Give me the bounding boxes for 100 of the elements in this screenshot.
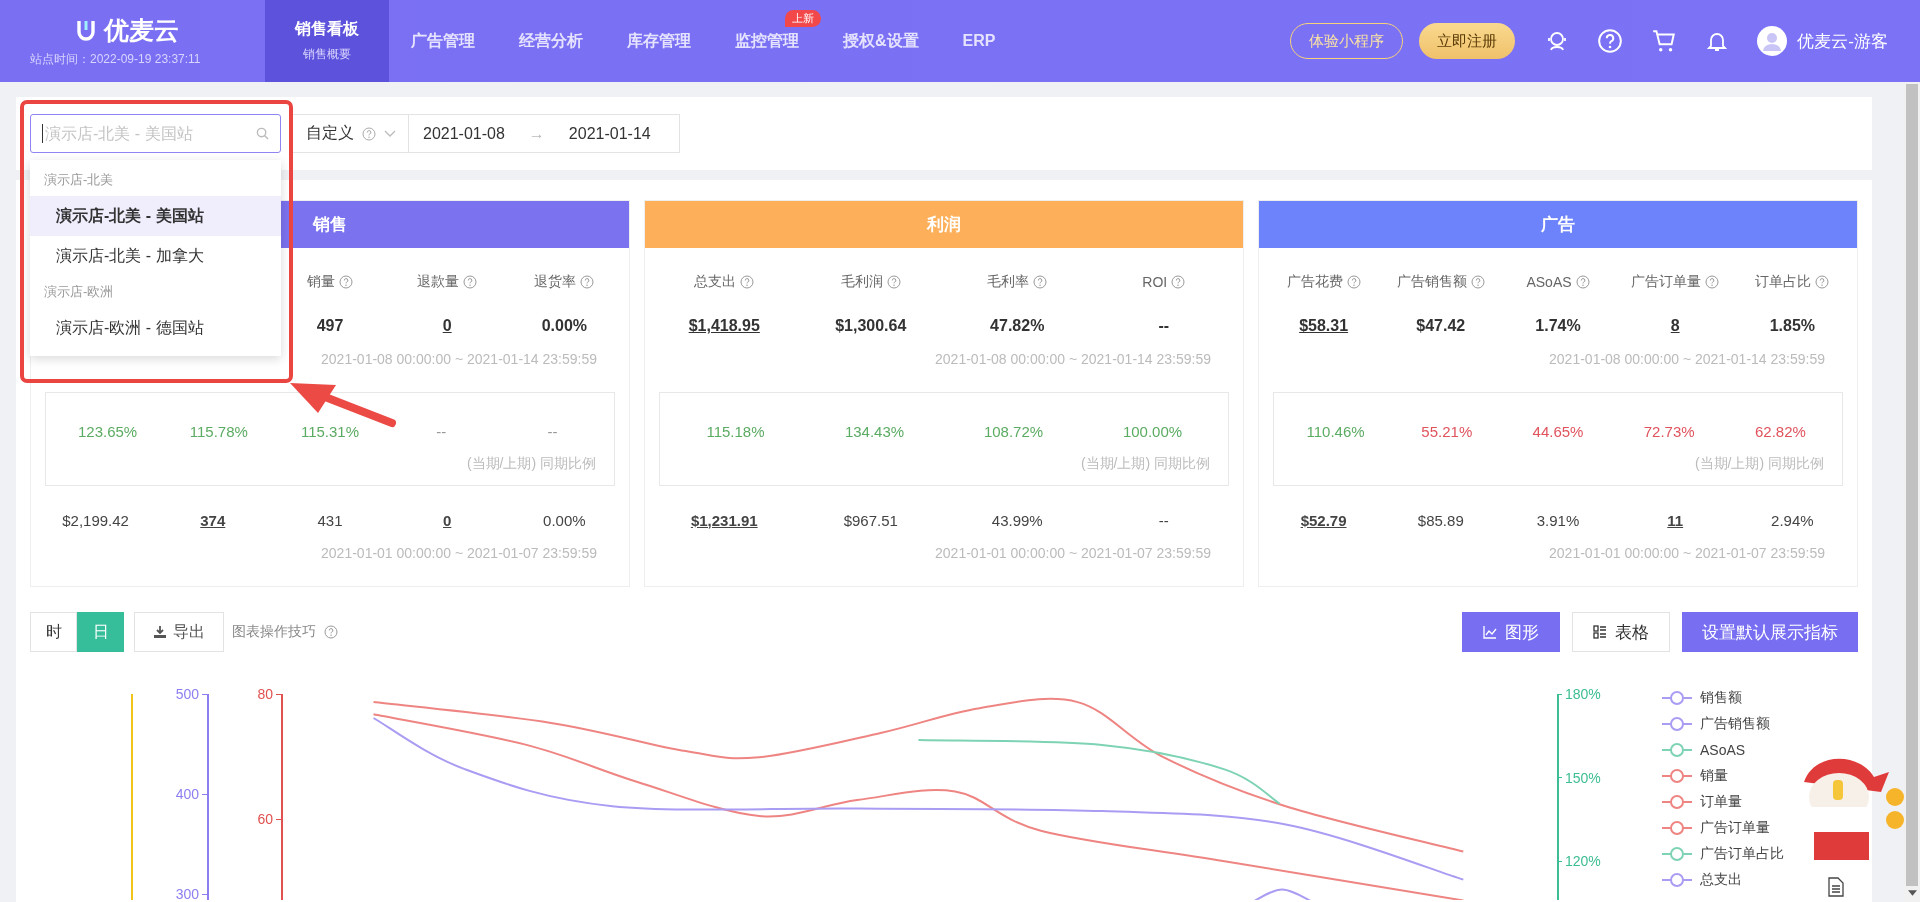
ratio-note: (当期/上期) 同期比例	[1079, 455, 1211, 473]
date-range-field[interactable]: 2021-01-08 → 2021-01-14	[408, 114, 680, 153]
axis-tick-label: 180%	[1565, 686, 1601, 702]
chart-tips-link[interactable]: 图表操作技巧	[232, 623, 316, 641]
group-label: 演示店-欧洲	[43, 283, 115, 301]
metric-label: 毛利润	[840, 273, 883, 291]
help-icon[interactable]	[339, 275, 353, 289]
help-icon[interactable]	[463, 275, 478, 289]
store-option[interactable]: 演示店-北美 - 美国站	[30, 196, 281, 236]
ratio-value: --	[436, 422, 447, 440]
previous-value[interactable]: 0	[443, 511, 452, 529]
logo-icon	[76, 18, 96, 43]
line-chart-icon	[1483, 625, 1497, 639]
register-button[interactable]: 立即注册	[1419, 23, 1516, 59]
view-toggle-button[interactable]: 表格	[1572, 612, 1670, 652]
ratio-note: (当期/上期) 同期比例	[1693, 455, 1825, 473]
store-option[interactable]: 演示店-欧洲 - 德国站	[30, 308, 281, 348]
previous-value: --	[1158, 511, 1169, 529]
metric-value[interactable]: $1,418.95	[688, 317, 760, 335]
help-icon[interactable]	[1815, 275, 1830, 289]
store-search-field[interactable]: 演示店-北美 - 美国站	[30, 114, 281, 153]
ratio-value: 115.18%	[706, 422, 765, 440]
help-icon[interactable]	[324, 625, 338, 639]
previous-value: 43.99%	[991, 511, 1043, 529]
help-icon[interactable]	[1470, 275, 1485, 289]
user-name[interactable]: 优麦云-游客	[1797, 29, 1888, 53]
metric-value[interactable]: 0	[442, 317, 452, 335]
help-icon[interactable]	[1575, 275, 1590, 289]
avatar-icon[interactable]	[1757, 26, 1788, 56]
date-range-text: 2021-01-01 00:00:00 ~ 2021-01-07 23:59:59	[934, 544, 1212, 563]
axis-tick-label: 80	[257, 686, 273, 702]
nav-tab[interactable]: 上新 监控管理	[713, 0, 821, 82]
scroll-down-icon[interactable]	[1907, 890, 1917, 896]
legend-item[interactable]: 订单量	[1662, 792, 1784, 812]
help-icon[interactable]	[886, 275, 901, 289]
period-select[interactable]: 自定义	[291, 114, 408, 153]
metric-value: 497	[316, 317, 344, 335]
legend-item[interactable]: 广告订单占比	[1662, 844, 1784, 864]
legend-item[interactable]: 广告订单量	[1662, 818, 1784, 838]
metric-value: $1,300.64	[835, 317, 907, 335]
ratio-value: 44.65%	[1532, 422, 1584, 440]
chevron-down-icon	[384, 129, 396, 138]
metric-value: 1.85%	[1769, 317, 1816, 335]
previous-value: $967.51	[843, 511, 898, 529]
previous-value[interactable]: $52.79	[1300, 511, 1347, 529]
metric-label: 广告花费	[1286, 273, 1343, 291]
previous-value[interactable]: 374	[200, 511, 226, 529]
document-icon[interactable]	[1828, 877, 1844, 897]
export-button[interactable]: 导出	[134, 612, 224, 652]
help-icon[interactable]	[1033, 275, 1048, 289]
ratio-value: 115.78%	[189, 422, 248, 440]
help-icon	[362, 126, 376, 141]
nav-tab[interactable]: 销售看板 销售概要	[265, 0, 389, 82]
cart-icon[interactable]	[1651, 28, 1678, 54]
metric-label: 广告销售额	[1396, 273, 1467, 291]
help-icon[interactable]	[1171, 275, 1186, 289]
metric-value: 1.74%	[1535, 317, 1581, 335]
date-range-text: 2021-01-08 00:00:00 ~ 2021-01-14 23:59:59	[1548, 350, 1826, 369]
metric-label: 总支出	[694, 273, 737, 291]
download-icon	[153, 625, 167, 639]
date-range-text: 2021-01-08 00:00:00 ~ 2021-01-14 23:59:59	[320, 350, 598, 369]
help-icon[interactable]	[1705, 275, 1720, 289]
scrollbar[interactable]	[1904, 82, 1920, 902]
legend-item[interactable]: 销售额	[1662, 688, 1784, 708]
ratio-note: (当期/上期) 同期比例	[465, 455, 597, 473]
date-range-text: 2021-01-01 00:00:00 ~ 2021-01-07 23:59:59	[1548, 544, 1826, 563]
legend-item[interactable]: ASoAS	[1662, 740, 1784, 760]
previous-value[interactable]: $1,231.91	[690, 511, 758, 529]
legend-item[interactable]: 广告销售额	[1662, 714, 1784, 734]
metric-value[interactable]: $58.31	[1299, 317, 1349, 335]
logo-text: 优麦云	[104, 15, 179, 46]
legend-item[interactable]: 总支出	[1662, 870, 1784, 890]
legend-item[interactable]: 销量	[1662, 766, 1784, 786]
date-range-text: 2021-01-01 00:00:00 ~ 2021-01-07 23:59:59	[320, 544, 598, 563]
ratio-value: 115.31%	[300, 422, 360, 440]
ratio-value: 110.46%	[1306, 422, 1365, 440]
ratio-value: 123.65%	[78, 422, 138, 440]
granularity-tab[interactable]: 时	[30, 612, 77, 652]
previous-value: $2,199.42	[62, 511, 129, 529]
metric-value[interactable]: 8	[1670, 317, 1680, 335]
new-badge: 上新	[785, 10, 821, 27]
axis-tick-label: 500	[175, 686, 199, 702]
metric-value: $47.42	[1416, 317, 1466, 335]
view-toggle-button[interactable]: 图形	[1462, 612, 1560, 652]
help-icon[interactable]	[580, 275, 595, 289]
metric-value: 47.82%	[990, 317, 1045, 335]
table-icon	[1593, 625, 1607, 639]
default-metrics-button[interactable]: 设置默认展示指标	[1682, 612, 1858, 652]
ratio-value: 62.82%	[1754, 422, 1806, 440]
metric-label: 退货率	[534, 273, 577, 291]
axis-tick-label: 300	[175, 886, 199, 900]
date-range-text: 2021-01-08 00:00:00 ~ 2021-01-14 23:59:59	[934, 350, 1212, 369]
ratio-value: 55.21%	[1421, 422, 1473, 440]
ratio-value: 108.72%	[983, 422, 1044, 440]
help-icon[interactable]	[740, 275, 755, 289]
axis-tick-label: 150%	[1565, 769, 1601, 786]
site-time: 站点时间：2022-09-19 23:37:11	[30, 51, 202, 68]
help-icon[interactable]	[1346, 275, 1361, 289]
previous-value[interactable]: 11	[1667, 511, 1684, 529]
search-icon	[256, 127, 269, 140]
